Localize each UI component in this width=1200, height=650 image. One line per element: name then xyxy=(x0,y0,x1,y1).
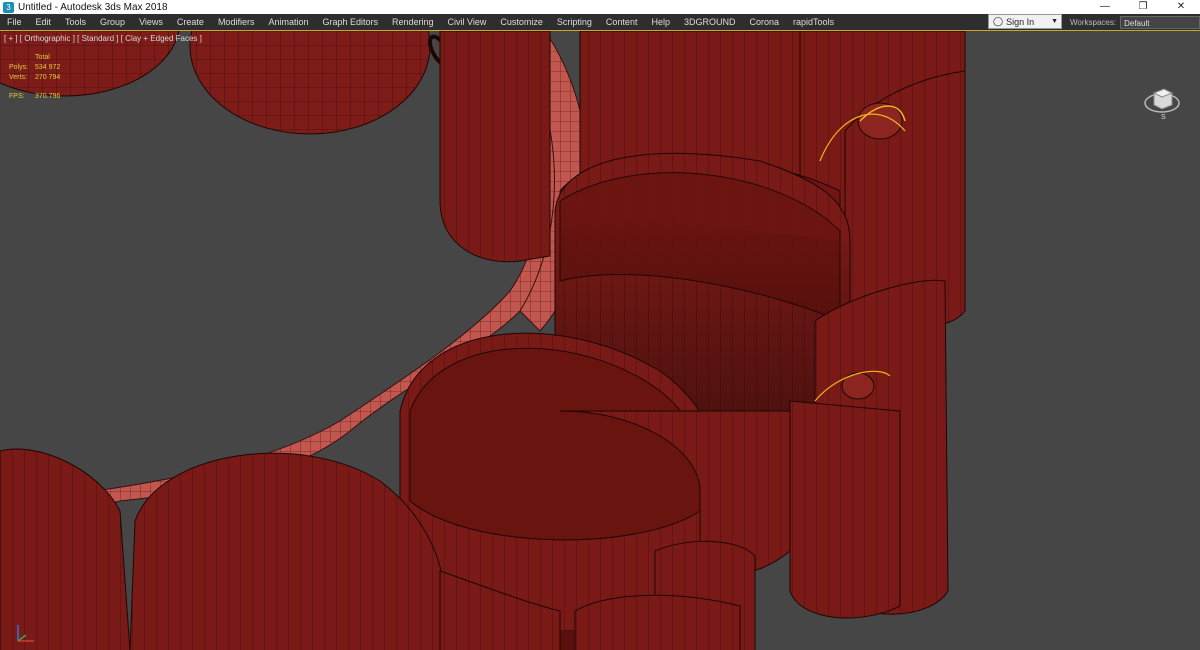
viewport-statistics: Total Polys: 534 972 Verts: 270 794 FPS: 37… xyxy=(9,53,60,102)
restore-button[interactable]: ❐ xyxy=(1124,0,1162,14)
close-button[interactable]: ✕ xyxy=(1162,0,1200,14)
menu-rendering[interactable]: Rendering xyxy=(385,14,441,30)
menu-rapidtools[interactable]: rapidTools xyxy=(786,14,841,30)
sign-in-dropdown[interactable]: ◯ Sign In ▼ xyxy=(988,14,1062,29)
menu-3dground[interactable]: 3DGROUND xyxy=(677,14,743,30)
polys-value: 534 972 xyxy=(35,64,61,71)
person-icon: ◯ xyxy=(993,16,1004,26)
verts-label: Verts: xyxy=(9,74,27,81)
sphere-top-middle xyxy=(189,31,431,135)
menu-views[interactable]: Views xyxy=(132,14,170,30)
app-icon: 3 xyxy=(3,1,14,13)
viewcube-icon[interactable]: S xyxy=(1142,79,1182,119)
workspaces-select[interactable]: Default xyxy=(1120,15,1200,29)
stats-total-label: Total xyxy=(35,54,50,61)
window-title: Untitled - Autodesk 3ds Max 2018 xyxy=(18,1,168,13)
verts-value: 270 794 xyxy=(35,74,61,81)
menu-civil-view[interactable]: Civil View xyxy=(441,14,494,30)
menu-graph-editors[interactable]: Graph Editors xyxy=(315,14,385,30)
sign-in-label: Sign In xyxy=(1006,16,1035,27)
fps-value: 370.796 xyxy=(35,93,61,100)
menu-edit[interactable]: Edit xyxy=(29,14,59,30)
viewcube-south-label: S xyxy=(1161,114,1166,119)
window-controls: — ❐ ✕ xyxy=(1086,0,1200,14)
polys-label: Polys: xyxy=(9,64,29,71)
axis-tripod-icon xyxy=(17,625,34,642)
menu-tools[interactable]: Tools xyxy=(58,14,93,30)
chevron-down-icon: ▼ xyxy=(1051,18,1058,25)
menu-modifiers[interactable]: Modifiers xyxy=(211,14,262,30)
workspaces-control: Workspaces: Default xyxy=(1070,14,1200,30)
workspaces-label: Workspaces: xyxy=(1070,17,1117,27)
viewport[interactable]: [ + ] [ Orthographic ] [ Standard ] [ Cl… xyxy=(0,30,1200,650)
menu-corona[interactable]: Corona xyxy=(742,14,786,30)
menu-animation[interactable]: Animation xyxy=(261,14,315,30)
title-bar: 3 Untitled - Autodesk 3ds Max 2018 — ❐ ✕ xyxy=(0,0,1200,14)
menu-scripting[interactable]: Scripting xyxy=(550,14,599,30)
menu-create[interactable]: Create xyxy=(170,14,211,30)
scene-render xyxy=(0,31,966,650)
menu-customize[interactable]: Customize xyxy=(493,14,550,30)
fps-label: FPS: xyxy=(9,93,25,100)
menu-file[interactable]: File xyxy=(0,14,29,30)
minimize-button[interactable]: — xyxy=(1086,0,1124,14)
viewport-label-menu[interactable]: [ + ] [ Orthographic ] [ Standard ] [ Cl… xyxy=(4,34,202,43)
menu-group[interactable]: Group xyxy=(93,14,132,30)
menu-help[interactable]: Help xyxy=(644,14,677,30)
menu-content[interactable]: Content xyxy=(599,14,645,30)
